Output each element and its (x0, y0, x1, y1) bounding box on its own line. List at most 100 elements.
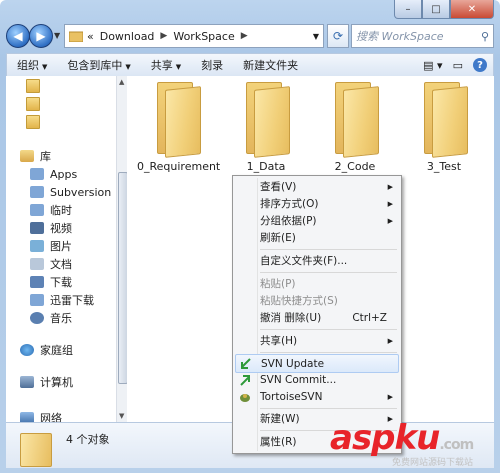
menu-separator (260, 352, 397, 353)
burn-button[interactable]: 刻录 (191, 57, 233, 73)
sidebar-item-music[interactable]: 音乐 (30, 310, 72, 326)
submenu-arrow-icon: ▶ (387, 336, 393, 345)
sidebar-item-label: 图片 (50, 240, 72, 253)
minimize-button[interactable]: – (394, 0, 422, 19)
download-library-icon (30, 276, 44, 288)
folder-icon (20, 433, 52, 467)
address-prefix[interactable]: « (87, 30, 94, 43)
menu-separator (260, 272, 397, 273)
breadcrumb-download[interactable]: Download (100, 30, 155, 43)
chevron-right-icon[interactable]: ▶ (241, 31, 248, 41)
homegroup-icon (20, 344, 34, 356)
breadcrumb-workspace[interactable]: WorkSpace (173, 30, 234, 43)
sidebar-item-label: 迅雷下载 (50, 294, 94, 307)
menu-item-customize[interactable]: 自定义文件夹(F)... (235, 252, 399, 269)
sidebar-item-apps[interactable]: Apps (30, 166, 77, 182)
search-input[interactable]: 搜索 WorkSpace ⚲ (351, 24, 494, 48)
sidebar-item-label: 临时 (50, 204, 72, 217)
nav-library[interactable]: 库 (20, 148, 51, 164)
document-library-icon (30, 258, 44, 270)
folder-icon (69, 31, 83, 42)
menu-item-undo-delete[interactable]: 撤消 删除(U) Ctrl+Z (235, 309, 399, 326)
sidebar-item-downloads[interactable]: 下载 (30, 274, 72, 290)
menu-label: 排序方式(O) (260, 198, 319, 210)
include-library-label: 包含到库中 (67, 59, 123, 72)
menu-label: 查看(V) (260, 181, 297, 193)
folder-item[interactable]: 2_Code (315, 80, 395, 173)
folder-item[interactable]: 3_Test (404, 80, 484, 173)
nav-network[interactable]: 网络 (20, 410, 62, 422)
nav-homegroup-label: 家庭组 (40, 344, 73, 357)
folder-icon (26, 115, 40, 129)
context-menu: 查看(V) ▶ 排序方式(O) ▶ 分组依据(P) ▶ 刷新(E) 自定义文件夹(F)… (232, 175, 402, 454)
chevron-right-icon[interactable]: ▶ (160, 31, 167, 41)
navigation-row: ◀ ▶ ▼ « Download ▶ WorkSpace ▶ ▼ ⟳ 搜索 Wo… (6, 23, 494, 49)
organize-button[interactable]: 组织 ▼ (7, 57, 57, 73)
nav-computer[interactable]: 计算机 (20, 374, 73, 390)
sidebar-item-videos[interactable]: 视频 (30, 220, 72, 236)
item-count: 4 个对象 (66, 433, 110, 446)
watermark-tld: .com (439, 437, 474, 453)
menu-label: SVN Update (261, 357, 325, 370)
menu-label: 新建(W) (260, 413, 300, 425)
sidebar-item-pictures[interactable]: 图片 (30, 238, 72, 254)
nav-folder-item[interactable] (6, 114, 40, 130)
menu-item-tortoisesvn[interactable]: TortoiseSVN ▶ (235, 388, 399, 405)
refresh-icon: ⟳ (332, 29, 344, 43)
folder-icon (26, 79, 40, 93)
menu-item-group[interactable]: 分组依据(P) ▶ (235, 212, 399, 229)
search-placeholder: 搜索 WorkSpace (356, 30, 444, 43)
folder-name: 2_Code (334, 160, 376, 173)
back-button[interactable]: ◀ (6, 24, 30, 48)
sidebar-item-documents[interactable]: 文档 (30, 256, 72, 272)
folder-name: 0_Requirement (137, 160, 221, 173)
recent-pages-dropdown[interactable]: ▼ (54, 31, 60, 40)
folder-item[interactable]: 0_Requirement (137, 80, 221, 173)
folder-name: 1_Data (246, 160, 286, 173)
sidebar-item-label: 音乐 (50, 312, 72, 325)
menu-item-share[interactable]: 共享(H) ▶ (235, 332, 399, 349)
navigation-pane: 库 Apps Subversion 临时 视频 图片 文档 下载 迅雷下载 音乐… (6, 76, 125, 422)
menu-item-paste-shortcut[interactable]: 粘贴快捷方式(S) (235, 292, 399, 309)
document-library-icon (30, 204, 44, 216)
menu-item-paste[interactable]: 粘贴(P) (235, 275, 399, 292)
svn-commit-icon (240, 374, 250, 386)
maximize-button[interactable]: □ (422, 0, 450, 19)
menu-label: 撤消 删除(U) (260, 312, 322, 324)
menu-item-svn-commit[interactable]: SVN Commit... (235, 371, 399, 388)
submenu-arrow-icon: ▶ (387, 199, 393, 208)
forward-button[interactable]: ▶ (29, 24, 53, 48)
share-label: 共享 (150, 59, 173, 72)
sidebar-item-xunlei-downloads[interactable]: 迅雷下载 (30, 292, 94, 308)
folder-icon (329, 80, 381, 158)
menu-label: 属性(R) (260, 436, 297, 448)
refresh-button[interactable]: ⟳ (327, 24, 349, 48)
new-folder-button[interactable]: 新建文件夹 (233, 57, 308, 73)
folder-item[interactable]: 1_Data (226, 80, 306, 173)
share-button[interactable]: 共享 ▼ (141, 57, 191, 73)
help-icon[interactable]: ? (473, 58, 487, 72)
nav-homegroup[interactable]: 家庭组 (20, 342, 73, 358)
menu-label: 共享(H) (260, 335, 298, 347)
menu-separator (260, 249, 397, 250)
nav-folder-item[interactable] (6, 78, 40, 94)
include-library-button[interactable]: 包含到库中 ▼ (57, 57, 140, 73)
scroll-up-arrow-icon[interactable]: ▲ (119, 78, 124, 86)
address-bar[interactable]: « Download ▶ WorkSpace ▶ ▼ (64, 24, 324, 48)
sidebar-item-temp[interactable]: 临时 (30, 202, 72, 218)
chevron-down-icon[interactable]: ▼ (313, 32, 319, 41)
tortoisesvn-icon (240, 393, 250, 402)
nav-folder-item[interactable] (6, 96, 40, 112)
sidebar-item-subversion[interactable]: Subversion (30, 184, 111, 200)
preview-pane-icon[interactable]: ▭ (453, 59, 463, 72)
menu-item-view[interactable]: 查看(V) ▶ (235, 178, 399, 195)
network-icon (20, 412, 34, 422)
nav-computer-label: 计算机 (40, 376, 73, 389)
command-bar: 组织 ▼ 包含到库中 ▼ 共享 ▼ 刻录 新建文件夹 ▤ ▾ ▭ ? (6, 53, 494, 77)
view-options-icon[interactable]: ▤ ▾ (423, 59, 442, 72)
scroll-down-arrow-icon[interactable]: ▼ (119, 412, 124, 420)
menu-item-refresh[interactable]: 刷新(E) (235, 229, 399, 246)
menu-item-sort[interactable]: 排序方式(O) ▶ (235, 195, 399, 212)
chevron-down-icon: ▼ (125, 63, 131, 71)
close-button[interactable]: ✕ (450, 0, 494, 19)
